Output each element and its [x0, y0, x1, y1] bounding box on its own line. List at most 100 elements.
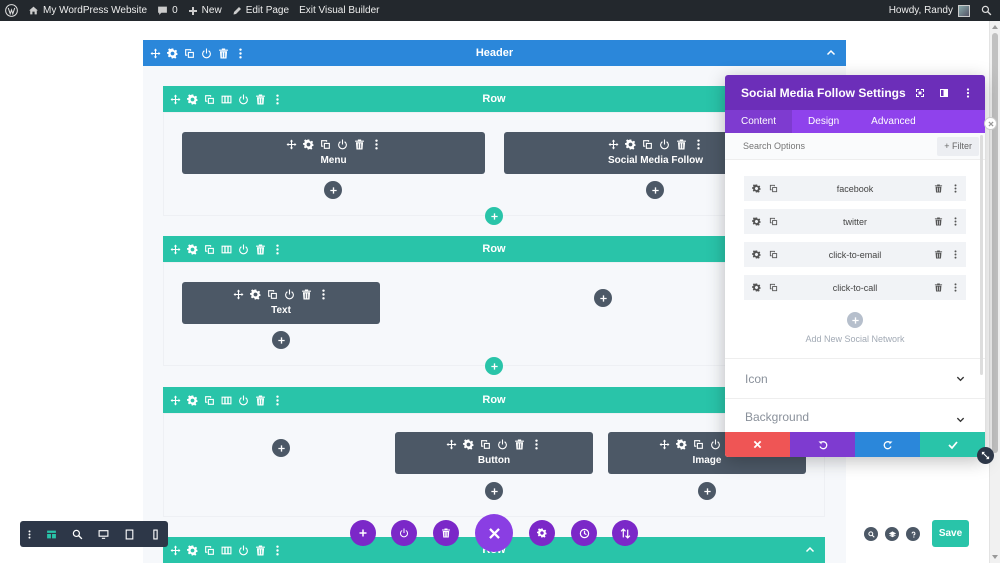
module-menu[interactable]: Menu [182, 132, 485, 174]
trash-icon[interactable] [255, 395, 266, 406]
trash-icon[interactable] [676, 139, 687, 150]
more-icon[interactable] [531, 439, 542, 450]
columns-icon[interactable] [221, 545, 232, 556]
more-icon[interactable] [951, 250, 960, 259]
move-icon[interactable] [286, 139, 297, 150]
duplicate-icon[interactable] [642, 139, 653, 150]
power-icon[interactable] [497, 439, 508, 450]
more-icon[interactable] [371, 139, 382, 150]
avatar[interactable] [958, 4, 970, 17]
gear-icon[interactable] [187, 94, 198, 105]
trash-icon[interactable] [255, 94, 266, 105]
search-options-input[interactable] [725, 141, 938, 151]
more-icon[interactable] [951, 217, 960, 226]
section-header-bar[interactable]: Header [143, 40, 846, 66]
search-icon[interactable] [981, 5, 992, 16]
trash-icon[interactable] [218, 48, 229, 59]
gear-icon[interactable] [187, 545, 198, 556]
more-icon[interactable] [272, 94, 283, 105]
duplicate-icon[interactable] [204, 545, 215, 556]
scroll-down-arrow-icon[interactable] [992, 555, 998, 559]
toggle-icon-section[interactable]: Icon [725, 358, 985, 398]
power-icon[interactable] [337, 139, 348, 150]
trash-icon[interactable] [354, 139, 365, 150]
add-module-button[interactable] [485, 482, 503, 500]
scroll-up-arrow-icon[interactable] [992, 25, 998, 29]
chevron-up-icon[interactable] [826, 48, 836, 58]
module-text[interactable]: Text [182, 282, 380, 324]
gear-icon[interactable] [303, 139, 314, 150]
add-module-button[interactable] [272, 331, 290, 349]
social-network-item[interactable]: click-to-call [744, 275, 966, 300]
gear-icon[interactable] [625, 139, 636, 150]
duplicate-icon[interactable] [320, 139, 331, 150]
wireframe-view-button[interactable] [38, 521, 64, 547]
more-icon[interactable] [951, 283, 960, 292]
gear-icon[interactable] [752, 250, 761, 259]
add-social-network-label[interactable]: Add New Social Network [805, 334, 904, 344]
trash-icon[interactable] [255, 545, 266, 556]
add-row-button[interactable] [485, 207, 503, 225]
duplicate-icon[interactable] [204, 244, 215, 255]
move-icon[interactable] [446, 439, 457, 450]
power-icon[interactable] [238, 545, 249, 556]
zoom-button[interactable] [64, 521, 90, 547]
more-icon[interactable] [318, 289, 329, 300]
add-module-button[interactable] [324, 181, 342, 199]
tab-design[interactable]: Design [792, 110, 855, 133]
move-icon[interactable] [233, 289, 244, 300]
move-icon[interactable] [608, 139, 619, 150]
undo-button[interactable] [790, 432, 855, 457]
add-module-button[interactable] [272, 439, 290, 457]
power-icon[interactable] [238, 395, 249, 406]
settings-panel-header[interactable]: Social Media Follow Settings [725, 75, 985, 110]
move-icon[interactable] [170, 94, 181, 105]
duplicate-icon[interactable] [693, 439, 704, 450]
layers-button[interactable] [885, 527, 899, 541]
scrollbar-thumb[interactable] [992, 33, 998, 453]
toggle-background-section[interactable]: Background [725, 398, 985, 424]
trash-icon[interactable] [934, 283, 943, 292]
discard-button[interactable] [725, 432, 790, 457]
gear-icon[interactable] [250, 289, 261, 300]
more-icon[interactable] [272, 545, 283, 556]
tab-advanced[interactable]: Advanced [855, 110, 931, 133]
tablet-view-button[interactable] [116, 521, 142, 547]
save-changes-button[interactable] [920, 432, 985, 457]
trash-icon[interactable] [514, 439, 525, 450]
phone-view-button[interactable] [142, 521, 168, 547]
split-view-icon[interactable] [939, 88, 949, 98]
clear-layout-button[interactable] [433, 520, 459, 546]
duplicate-icon[interactable] [769, 250, 778, 259]
search-button[interactable] [864, 527, 878, 541]
columns-icon[interactable] [221, 395, 232, 406]
power-icon[interactable] [201, 48, 212, 59]
panel-resize-handle[interactable] [977, 447, 994, 464]
move-icon[interactable] [659, 439, 670, 450]
duplicate-icon[interactable] [184, 48, 195, 59]
duplicate-icon[interactable] [204, 94, 215, 105]
gear-icon[interactable] [463, 439, 474, 450]
power-icon[interactable] [238, 244, 249, 255]
module-button[interactable]: Button [395, 432, 593, 474]
add-module-button[interactable] [594, 289, 612, 307]
columns-icon[interactable] [221, 94, 232, 105]
wordpress-logo-icon[interactable] [5, 4, 18, 17]
help-button[interactable] [906, 527, 920, 541]
power-icon[interactable] [659, 139, 670, 150]
move-icon[interactable] [170, 545, 181, 556]
move-icon[interactable] [170, 395, 181, 406]
move-icon[interactable] [150, 48, 161, 59]
trash-icon[interactable] [934, 217, 943, 226]
trash-icon[interactable] [934, 184, 943, 193]
page-settings-button[interactable] [529, 520, 555, 546]
gear-icon[interactable] [752, 184, 761, 193]
close-panel-button[interactable] [984, 117, 997, 130]
panel-scrollbar[interactable] [980, 135, 983, 375]
desktop-view-button[interactable] [90, 521, 116, 547]
edit-page-link[interactable]: Edit Page [232, 5, 289, 16]
columns-icon[interactable] [221, 244, 232, 255]
portability-button[interactable] [391, 520, 417, 546]
filter-button[interactable]: + Filter [937, 136, 979, 156]
sort-button[interactable] [612, 520, 638, 546]
